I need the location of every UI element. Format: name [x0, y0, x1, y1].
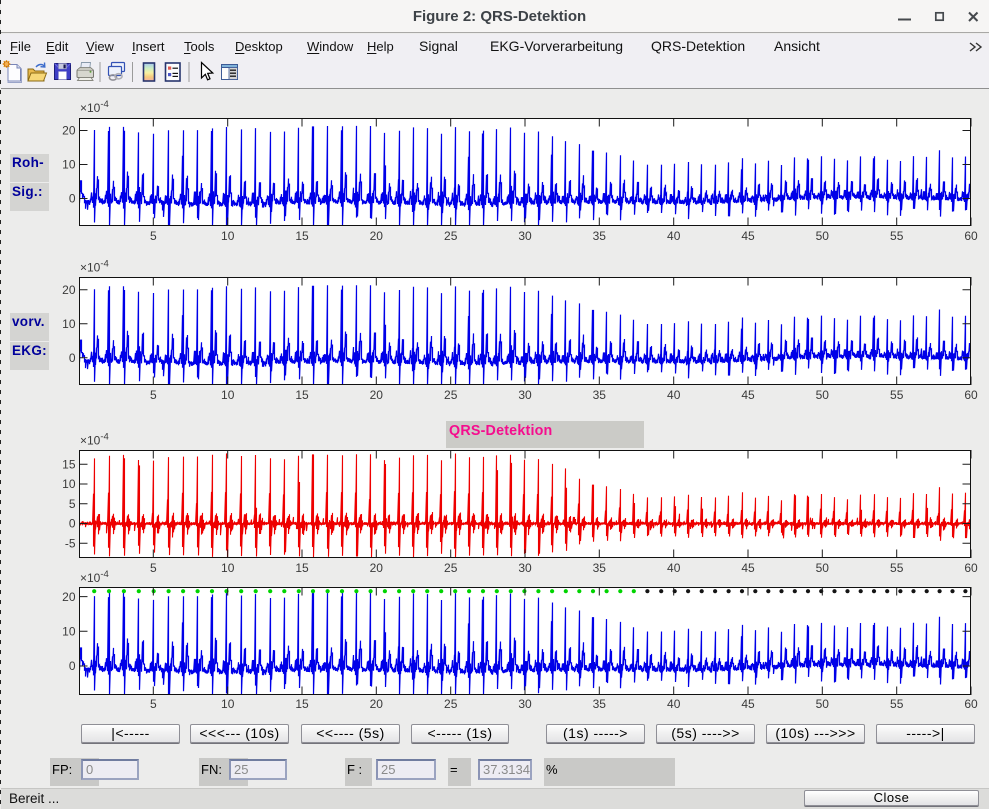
- svg-text:20: 20: [370, 388, 384, 402]
- svg-text:×10-4: ×10-4: [80, 259, 109, 275]
- svg-text:5: 5: [69, 497, 76, 511]
- svg-text:15: 15: [295, 697, 309, 711]
- svg-text:40: 40: [667, 388, 681, 402]
- svg-text:60: 60: [964, 697, 978, 711]
- svg-text:50: 50: [816, 229, 830, 243]
- svg-text:60: 60: [964, 561, 978, 575]
- svg-text:20: 20: [62, 124, 76, 138]
- svg-text:40: 40: [667, 229, 681, 243]
- svg-text:50: 50: [816, 697, 830, 711]
- svg-text:10: 10: [221, 388, 235, 402]
- svg-text:55: 55: [890, 561, 904, 575]
- svg-text:×10-4: ×10-4: [80, 569, 109, 585]
- svg-text:55: 55: [890, 697, 904, 711]
- svg-text:45: 45: [741, 697, 755, 711]
- svg-text:40: 40: [667, 697, 681, 711]
- svg-text:45: 45: [741, 388, 755, 402]
- svg-text:60: 60: [964, 388, 978, 402]
- svg-text:-5: -5: [65, 537, 76, 551]
- svg-text:30: 30: [518, 388, 532, 402]
- svg-text:45: 45: [741, 229, 755, 243]
- svg-text:5: 5: [150, 229, 157, 243]
- svg-text:45: 45: [741, 561, 755, 575]
- svg-text:10: 10: [221, 561, 235, 575]
- svg-text:55: 55: [890, 229, 904, 243]
- svg-text:10: 10: [221, 697, 235, 711]
- svg-text:25: 25: [444, 561, 458, 575]
- svg-text:5: 5: [150, 388, 157, 402]
- svg-text:×10-4: ×10-4: [80, 99, 109, 115]
- svg-text:5: 5: [150, 697, 157, 711]
- svg-text:10: 10: [62, 317, 76, 331]
- svg-text:60: 60: [964, 229, 978, 243]
- svg-text:15: 15: [295, 561, 309, 575]
- svg-text:10: 10: [62, 158, 76, 172]
- svg-text:10: 10: [221, 229, 235, 243]
- svg-text:35: 35: [593, 229, 607, 243]
- svg-text:0: 0: [69, 351, 76, 365]
- svg-text:5: 5: [150, 561, 157, 575]
- svg-text:40: 40: [667, 561, 681, 575]
- svg-text:20: 20: [370, 561, 384, 575]
- svg-text:30: 30: [518, 561, 532, 575]
- svg-text:25: 25: [444, 229, 458, 243]
- svg-text:10: 10: [62, 625, 76, 639]
- svg-text:50: 50: [816, 561, 830, 575]
- svg-text:0: 0: [69, 517, 76, 531]
- svg-text:×10-4: ×10-4: [80, 432, 109, 448]
- svg-text:20: 20: [370, 697, 384, 711]
- svg-text:55: 55: [890, 388, 904, 402]
- svg-text:0: 0: [69, 192, 76, 206]
- svg-text:15: 15: [295, 229, 309, 243]
- svg-text:25: 25: [444, 697, 458, 711]
- svg-text:35: 35: [593, 561, 607, 575]
- svg-text:30: 30: [518, 697, 532, 711]
- svg-text:35: 35: [593, 697, 607, 711]
- svg-text:20: 20: [62, 590, 76, 604]
- svg-text:15: 15: [62, 457, 76, 471]
- svg-text:35: 35: [593, 388, 607, 402]
- svg-text:50: 50: [816, 388, 830, 402]
- svg-text:20: 20: [62, 283, 76, 297]
- svg-text:15: 15: [295, 388, 309, 402]
- svg-text:0: 0: [69, 659, 76, 673]
- svg-text:30: 30: [518, 229, 532, 243]
- svg-text:25: 25: [444, 388, 458, 402]
- svg-text:20: 20: [370, 229, 384, 243]
- svg-text:10: 10: [62, 477, 76, 491]
